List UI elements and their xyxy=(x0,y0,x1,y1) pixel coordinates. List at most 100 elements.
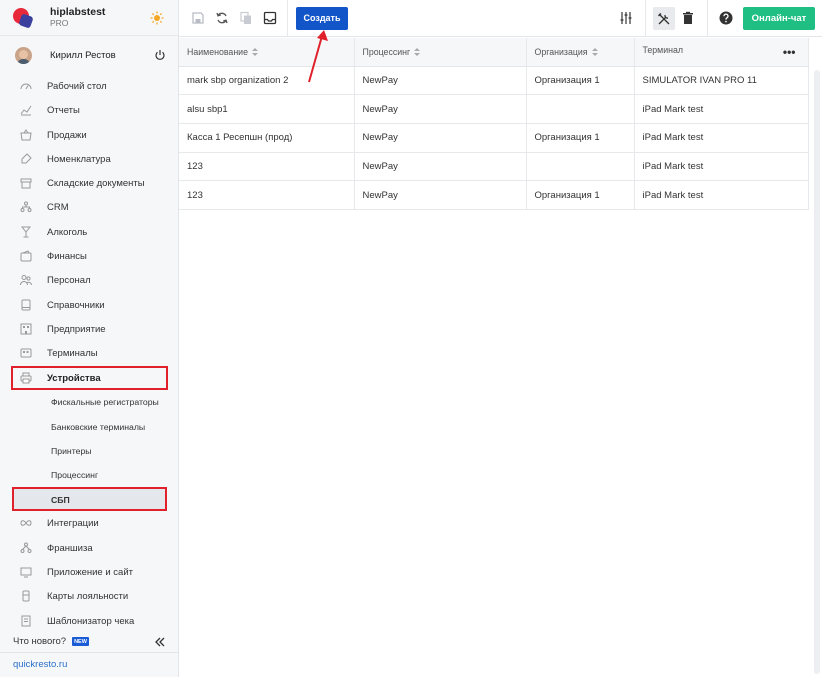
sidebar-subitem-label: Банковские терминалы xyxy=(51,421,146,432)
sidebar-item-loyalty[interactable]: Карты лояльности xyxy=(0,584,178,608)
sidebar-item-finance[interactable]: Финансы xyxy=(0,244,178,268)
table-row[interactable]: mark sbp organization 2 NewPay Организац… xyxy=(179,66,809,96)
sidebar-subitem-label: Фискальные регистраторы xyxy=(51,397,159,408)
whats-new-link[interactable]: Что нового? NEW xyxy=(13,636,89,647)
card-icon xyxy=(22,590,30,602)
sidebar-item-label: Алкоголь xyxy=(47,226,88,238)
cell-name: alsu sbp1 xyxy=(179,94,355,124)
avatar xyxy=(15,46,32,64)
refresh-icon[interactable] xyxy=(215,11,229,25)
tag-icon xyxy=(21,153,32,164)
cell-name: 123 xyxy=(179,152,355,182)
new-badge: NEW xyxy=(72,637,89,646)
sidebar-item-devices[interactable]: Устройства xyxy=(11,365,168,390)
column-header-organization[interactable]: Организация xyxy=(526,38,635,67)
cell-processing: NewPay xyxy=(354,180,527,210)
toolbar-divider xyxy=(707,0,708,37)
sort-icon xyxy=(591,47,598,56)
cell-terminal: iPad Mark test xyxy=(634,180,809,210)
column-header-label: Наименование xyxy=(187,46,248,57)
sidebar-subitem-label: Принтеры xyxy=(51,445,92,456)
columns-settings-icon[interactable] xyxy=(619,11,633,25)
sidebar-item-label: Складские документы xyxy=(47,178,145,190)
sidebar-item-references[interactable]: Справочники xyxy=(0,293,178,317)
table-row[interactable]: 123 NewPay iPad Mark test xyxy=(179,152,809,182)
user-profile[interactable]: Кирилл Рестов xyxy=(0,36,178,74)
column-header-terminal[interactable]: Терминал ••• xyxy=(634,38,809,67)
more-options-icon[interactable]: ••• xyxy=(783,45,796,59)
cell-terminal: iPad Mark test xyxy=(634,123,809,153)
sidebar-item-label: Франшиза xyxy=(47,542,93,554)
cell-terminal: iPad Mark test xyxy=(634,94,809,124)
table-header-row: Наименование Процессинг Организация Терм… xyxy=(179,38,809,67)
toolbar-divider xyxy=(645,0,646,37)
sidebar-item-dashboard[interactable]: Рабочий стол xyxy=(0,74,178,98)
vertical-scrollbar[interactable] xyxy=(814,70,820,674)
sidebar-item-enterprise[interactable]: Предприятие xyxy=(0,317,178,341)
sidebar-subitem-processing[interactable]: Процессинг xyxy=(0,463,178,487)
cell-name: 123 xyxy=(179,180,355,210)
cell-processing: NewPay xyxy=(354,66,527,96)
domain-link[interactable]: quickresto.ru xyxy=(0,652,178,670)
sidebar-item-reports[interactable]: Отчеты xyxy=(0,98,178,122)
copy-icon[interactable] xyxy=(239,11,253,25)
sidebar-item-label: Справочники xyxy=(47,299,105,311)
column-header-processing[interactable]: Процессинг xyxy=(354,38,527,67)
sort-icon xyxy=(414,47,421,56)
sidebar-subitem-sbp[interactable]: СБП xyxy=(12,487,167,512)
sidebar-item-nomenclature[interactable]: Номенклатура xyxy=(0,147,178,171)
online-chat-button[interactable]: Онлайн-чат xyxy=(743,7,815,30)
sidebar-item-crm[interactable]: CRM xyxy=(0,195,178,219)
table-row[interactable]: alsu sbp1 NewPay iPad Mark test xyxy=(179,94,809,124)
franchise-icon xyxy=(20,542,32,553)
dashboard-icon xyxy=(20,83,32,90)
sidebar-item-sales[interactable]: Продажи xyxy=(0,123,178,147)
sidebar-item-label: Предприятие xyxy=(47,323,106,335)
sidebar-item-warehouse[interactable]: Складские документы xyxy=(0,171,178,195)
sidebar-subitem-fiscal-registers[interactable]: Фискальные регистраторы xyxy=(0,390,178,414)
sidebar-item-alcohol[interactable]: Алкоголь xyxy=(0,220,178,244)
column-header-label: Терминал xyxy=(642,44,684,55)
box-icon xyxy=(20,178,32,189)
sidebar-item-label: Устройства xyxy=(47,372,101,384)
inbox-icon[interactable] xyxy=(263,11,277,25)
tools-wrench-icon xyxy=(658,13,670,25)
sidebar-subitem-bank-terminals[interactable]: Банковские терминалы xyxy=(0,414,178,438)
table-row[interactable]: 123 NewPay Организация 1 iPad Mark test xyxy=(179,180,809,210)
sidebar-item-label: Продажи xyxy=(47,129,87,141)
sidebar-item-label: Шаблонизатор чека xyxy=(47,615,135,627)
infinity-icon xyxy=(20,520,32,527)
sidebar-subitem-label: СБП xyxy=(51,494,70,505)
sidebar-item-label: CRM xyxy=(47,202,69,214)
sidebar-item-receipt-templates[interactable]: Шаблонизатор чека xyxy=(0,609,178,633)
sidebar-item-staff[interactable]: Персонал xyxy=(0,268,178,292)
logout-power-icon[interactable] xyxy=(154,49,166,61)
printer-icon xyxy=(20,372,32,384)
theme-sun-icon[interactable] xyxy=(150,11,164,25)
brand-header[interactable]: hiplabstest PRO xyxy=(0,0,178,36)
help-icon[interactable] xyxy=(719,11,733,25)
sbp-table: Наименование Процессинг Организация Терм… xyxy=(179,38,809,210)
sidebar-item-app-site[interactable]: Приложение и сайт xyxy=(0,560,178,584)
sidebar-item-integrations[interactable]: Интеграции xyxy=(0,511,178,535)
sidebar-subitem-printers[interactable]: Принтеры xyxy=(0,438,178,462)
staff-icon xyxy=(20,275,32,286)
sidebar-item-label: Отчеты xyxy=(47,105,80,117)
sidebar-item-label: Интеграции xyxy=(47,518,99,530)
tools-toggle[interactable] xyxy=(653,7,675,30)
cell-name: Касса 1 Ресепшн (прод) xyxy=(179,123,355,153)
sidebar-item-franchise[interactable]: Франшиза xyxy=(0,536,178,560)
collapse-sidebar-icon[interactable] xyxy=(154,636,166,648)
sidebar-subitem-label: Процессинг xyxy=(51,470,99,481)
table-row[interactable]: Касса 1 Ресепшн (прод) NewPay Организаци… xyxy=(179,123,809,153)
sidebar-item-label: Рабочий стол xyxy=(47,81,107,92)
cell-terminal: iPad Mark test xyxy=(634,152,809,182)
sidebar-item-terminals[interactable]: Терминалы xyxy=(0,341,178,365)
glass-icon xyxy=(20,226,32,238)
cell-terminal: SIMULATOR IVAN PRO 11 xyxy=(634,66,809,96)
trash-icon[interactable] xyxy=(681,11,695,25)
user-name: Кирилл Рестов xyxy=(50,49,116,61)
people-tree-icon xyxy=(20,201,32,213)
receipt-icon xyxy=(21,615,31,627)
save-icon[interactable] xyxy=(191,11,205,25)
